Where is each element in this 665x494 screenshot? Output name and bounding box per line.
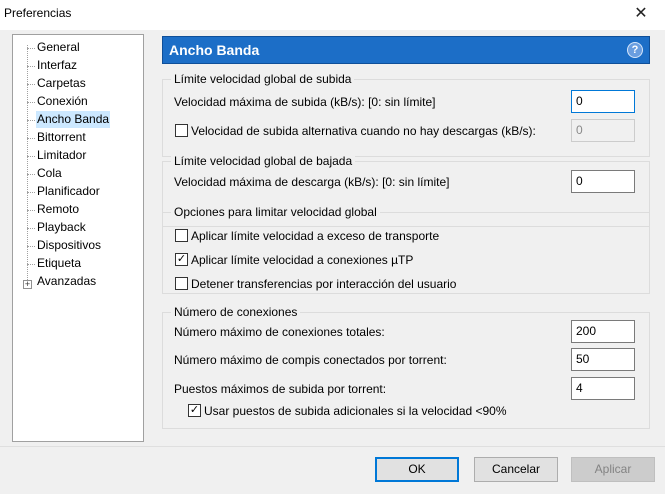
max-download-field[interactable]: 0 bbox=[571, 170, 635, 193]
max-upload-field[interactable]: 0 bbox=[571, 90, 635, 113]
tree-branch bbox=[27, 48, 35, 49]
utp-checkbox[interactable]: ✓ bbox=[175, 253, 188, 266]
cancel-button[interactable]: Cancelar bbox=[474, 457, 558, 482]
sidebar-item-general[interactable]: General bbox=[36, 39, 81, 56]
transport-label: Aplicar límite velocidad a exceso de tra… bbox=[191, 229, 440, 243]
connections-group-title: Número de conexiones bbox=[171, 305, 301, 319]
title-bar: Preferencias ✕ bbox=[0, 0, 665, 30]
apply-button: Aplicar bbox=[571, 457, 655, 482]
close-icon[interactable]: ✕ bbox=[631, 4, 651, 24]
section-title: Ancho Banda bbox=[169, 42, 260, 58]
download-group-title: Límite velocidad global de bajada bbox=[171, 154, 356, 168]
category-tree[interactable]: General Interfaz Carpetas Conexión Ancho Ban… bbox=[12, 34, 144, 442]
sidebar-item-ancho-banda[interactable]: Ancho Banda bbox=[36, 111, 111, 128]
extra-slots-checkbox[interactable]: ✓ bbox=[188, 404, 201, 417]
sidebar-item-etiqueta[interactable]: Etiqueta bbox=[36, 255, 82, 272]
ok-button[interactable]: OK bbox=[375, 457, 459, 482]
tree-branch bbox=[27, 120, 35, 121]
sidebar-item-carpetas[interactable]: Carpetas bbox=[36, 75, 87, 92]
utp-label: Aplicar límite velocidad a conexiones µT… bbox=[191, 253, 414, 267]
tree-branch bbox=[27, 264, 35, 265]
tree-branch bbox=[27, 102, 35, 103]
upload-slots-label: Puestos máximos de subida por torrent: bbox=[174, 382, 387, 396]
sidebar-item-cola[interactable]: Cola bbox=[36, 165, 63, 182]
options-group-title: Opciones para limitar velocidad global bbox=[171, 205, 380, 219]
tree-branch bbox=[27, 210, 35, 211]
extra-slots-label: Usar puestos de subida adicionales si la… bbox=[204, 404, 507, 418]
sidebar-item-conexión[interactable]: Conexión bbox=[36, 93, 89, 110]
max-upload-label: Velocidad máxima de subida (kB/s): [0: s… bbox=[174, 95, 436, 109]
sidebar-item-planificador[interactable]: Planificador bbox=[36, 183, 101, 200]
upload-group-title: Límite velocidad global de subida bbox=[171, 72, 355, 86]
sidebar-item-avanzadas[interactable]: Avanzadas bbox=[36, 273, 97, 290]
extra-slots-check-mark: ✓ bbox=[189, 404, 200, 416]
section-header: Ancho Banda ? bbox=[162, 36, 650, 64]
alt-upload-field: 0 bbox=[571, 119, 635, 142]
sidebar-item-bittorrent[interactable]: Bittorrent bbox=[36, 129, 87, 146]
total-connections-field[interactable]: 200 bbox=[571, 320, 635, 343]
utp-check-mark: ✓ bbox=[176, 253, 187, 265]
tree-branch bbox=[27, 192, 35, 193]
button-bar bbox=[0, 446, 665, 494]
sidebar-item-interfaz[interactable]: Interfaz bbox=[36, 57, 78, 74]
tree-branch bbox=[27, 84, 35, 85]
tree-branch bbox=[27, 174, 35, 175]
total-connections-label: Número máximo de conexiones totales: bbox=[174, 325, 385, 339]
sidebar-item-limitador[interactable]: Limitador bbox=[36, 147, 87, 164]
expand-icon[interactable]: + bbox=[23, 280, 32, 289]
alt-upload-checkbox[interactable] bbox=[175, 124, 188, 137]
tree-branch bbox=[27, 156, 35, 157]
max-download-label: Velocidad máxima de descarga (kB/s): [0:… bbox=[174, 175, 450, 189]
sidebar-item-playback[interactable]: Playback bbox=[36, 219, 87, 236]
sidebar-item-dispositivos[interactable]: Dispositivos bbox=[36, 237, 102, 254]
window-title: Preferencias bbox=[4, 6, 72, 20]
tree-branch bbox=[27, 66, 35, 67]
tree-branch bbox=[27, 246, 35, 247]
tree-branch bbox=[27, 138, 35, 139]
transport-checkbox[interactable] bbox=[175, 229, 188, 242]
peers-label: Número máximo de compis conectados por t… bbox=[174, 353, 447, 367]
alt-upload-label: Velocidad de subida alternativa cuando n… bbox=[191, 124, 536, 138]
peers-field[interactable]: 50 bbox=[571, 348, 635, 371]
help-icon[interactable]: ? bbox=[627, 42, 643, 58]
upload-slots-field[interactable]: 4 bbox=[571, 377, 635, 400]
stop-transfers-label: Detener transferencias por interacción d… bbox=[191, 277, 457, 291]
tree-branch bbox=[27, 228, 35, 229]
tree-connector bbox=[27, 45, 28, 286]
sidebar-item-remoto[interactable]: Remoto bbox=[36, 201, 80, 218]
dialog-client: General Interfaz Carpetas Conexión Ancho Ban… bbox=[0, 30, 665, 494]
stop-transfers-checkbox[interactable] bbox=[175, 277, 188, 290]
